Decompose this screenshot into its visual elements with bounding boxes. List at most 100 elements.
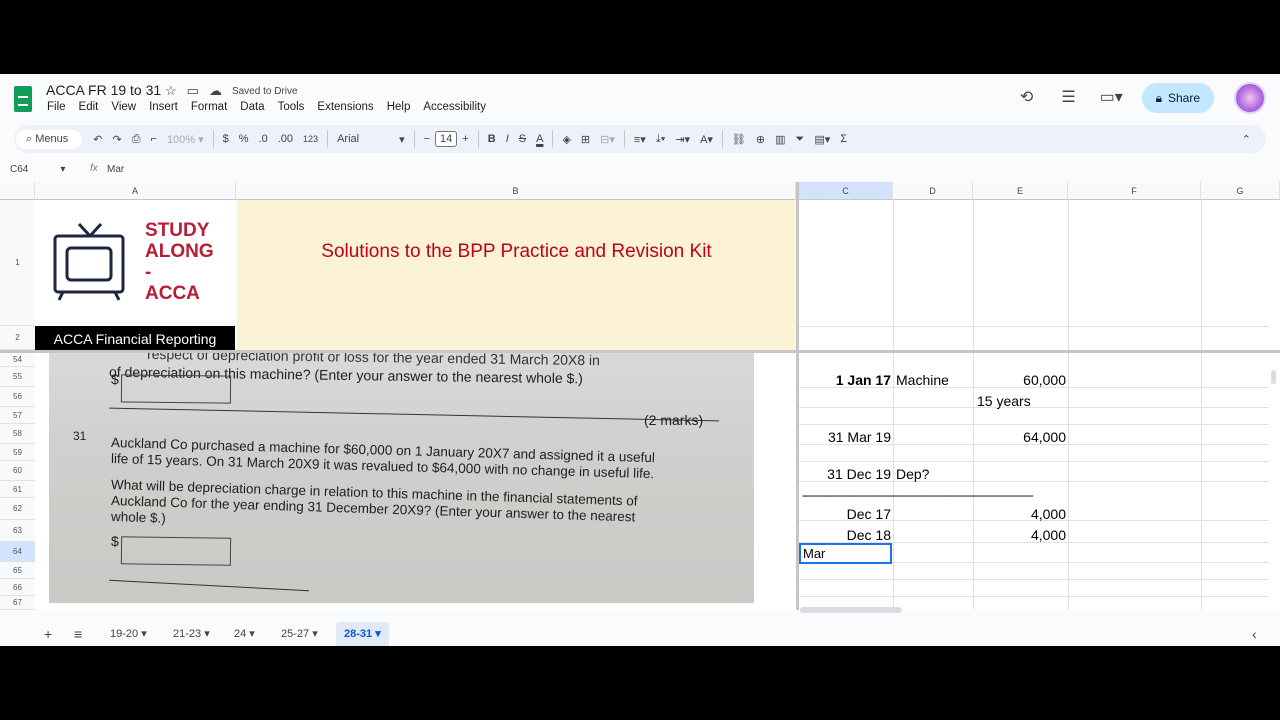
menu-help[interactable]: Help: [387, 101, 411, 113]
undo-icon[interactable]: ↶: [88, 133, 107, 146]
chevron-down-icon[interactable]: ▾: [394, 133, 410, 146]
document-title[interactable]: ACCA FR 19 to 31: [46, 82, 161, 98]
row-header[interactable]: 54: [0, 353, 35, 367]
row-header[interactable]: 67: [0, 596, 35, 610]
cell-e58[interactable]: 64,000: [973, 429, 1066, 445]
column-header-d[interactable]: D: [893, 182, 973, 200]
sheet-tab[interactable]: 21-23 ▾: [165, 622, 218, 646]
menu-edit[interactable]: Edit: [79, 101, 99, 113]
column-header-c[interactable]: C: [799, 182, 893, 200]
cell-c58[interactable]: 31 Mar 19: [799, 429, 891, 445]
active-cell-c64[interactable]: Mar: [799, 543, 892, 564]
strikethrough-button[interactable]: S: [514, 133, 531, 145]
sheets-logo-icon[interactable]: [14, 86, 32, 112]
freeze-divider-vertical[interactable]: [796, 182, 799, 610]
row-header[interactable]: 61: [0, 481, 35, 498]
sheet-tab[interactable]: 19-20 ▾: [102, 622, 155, 646]
formula-input[interactable]: Mar: [107, 164, 124, 175]
font-select[interactable]: Arial: [332, 133, 394, 145]
functions-button[interactable]: Σ: [835, 133, 852, 145]
meet-video-icon[interactable]: ▭▾: [1100, 87, 1123, 109]
text-color-button[interactable]: A: [531, 133, 548, 145]
filter-icon[interactable]: ⏷: [791, 133, 810, 146]
menu-format[interactable]: Format: [191, 101, 227, 113]
vertical-align-icon[interactable]: ⤓▾: [651, 133, 670, 146]
comments-icon[interactable]: ☰: [1058, 87, 1080, 109]
row-header[interactable]: 56: [0, 387, 35, 407]
row-header[interactable]: 57: [0, 407, 35, 424]
zoom-select[interactable]: 100% ▾: [162, 133, 209, 146]
sheet-tab[interactable]: 25-27 ▾: [273, 622, 326, 646]
column-header-e[interactable]: E: [973, 182, 1068, 200]
font-size-input[interactable]: 14: [435, 131, 458, 147]
avatar[interactable]: [1234, 82, 1266, 114]
star-icon[interactable]: ☆: [165, 83, 177, 99]
cell-c60[interactable]: 31 Dec 19: [799, 466, 891, 482]
decrease-font-size-icon[interactable]: −: [419, 133, 435, 145]
column-header-a[interactable]: A: [35, 182, 236, 200]
increase-font-size-icon[interactable]: +: [457, 133, 473, 145]
insert-link-icon[interactable]: ⛓: [727, 133, 751, 146]
paint-format-icon[interactable]: ⌐: [146, 133, 162, 145]
borders-icon[interactable]: ⊞: [576, 133, 595, 146]
cell-d60[interactable]: Dep?: [896, 466, 929, 482]
cell-c62[interactable]: Dec 17: [799, 506, 891, 522]
menu-file[interactable]: File: [47, 101, 66, 113]
horizontal-scrollbar[interactable]: [800, 607, 902, 613]
print-icon[interactable]: ⎙: [127, 133, 146, 146]
menus-search-button[interactable]: ⌕ Menus: [16, 129, 83, 149]
move-folder-icon[interactable]: ▭: [187, 83, 199, 99]
decrease-decimal-button[interactable]: .0: [254, 133, 273, 145]
menu-data[interactable]: Data: [240, 101, 264, 113]
row-header[interactable]: 58: [0, 424, 35, 444]
cell-e56[interactable]: 15 years: [977, 393, 1031, 409]
number-format-button[interactable]: 123: [298, 134, 323, 144]
fill-color-icon[interactable]: ◈: [557, 133, 575, 146]
share-button[interactable]: 🔒︎ Share: [1141, 83, 1214, 113]
insert-comment-icon[interactable]: ⊕: [751, 133, 770, 146]
cell-c55[interactable]: 1 Jan 17: [799, 372, 891, 388]
text-wrap-icon[interactable]: ⇥▾: [670, 133, 695, 146]
column-header-b[interactable]: B: [236, 182, 796, 200]
row-header[interactable]: 60: [0, 461, 35, 481]
all-sheets-icon[interactable]: ≡: [66, 622, 90, 646]
add-sheet-icon[interactable]: +: [36, 622, 60, 646]
italic-button[interactable]: I: [501, 133, 514, 145]
vertical-scrollbar[interactable]: [1271, 370, 1276, 384]
chevron-left-icon[interactable]: ‹: [1244, 622, 1265, 646]
column-header-g[interactable]: G: [1201, 182, 1280, 200]
cell-e62[interactable]: 4,000: [973, 506, 1066, 522]
row-header[interactable]: 59: [0, 444, 35, 461]
row-header[interactable]: 55: [0, 367, 35, 387]
filter-views-icon[interactable]: ▤▾: [809, 133, 835, 146]
name-box[interactable]: C64 ▾: [10, 164, 65, 175]
menu-tools[interactable]: Tools: [278, 101, 305, 113]
cell-c63[interactable]: Dec 18: [799, 527, 891, 543]
column-header-f[interactable]: F: [1068, 182, 1201, 200]
menu-accessibility[interactable]: Accessibility: [423, 101, 486, 113]
percent-button[interactable]: %: [234, 133, 254, 145]
menu-view[interactable]: View: [111, 101, 136, 113]
insert-chart-icon[interactable]: ▥: [770, 133, 790, 146]
cell-e55[interactable]: 60,000: [973, 372, 1066, 388]
history-icon[interactable]: ⟲: [1016, 87, 1038, 109]
collapse-toolbar-icon[interactable]: ⌃: [1237, 133, 1256, 146]
select-all-corner[interactable]: [0, 182, 35, 200]
sheet-tab[interactable]: 24 ▾: [226, 622, 263, 646]
redo-icon[interactable]: ↷: [107, 133, 126, 146]
cell-d55[interactable]: Machine: [896, 372, 949, 388]
cell-c61-dashes[interactable]: ----------------------------------------…: [802, 488, 1034, 502]
freeze-divider-horizontal[interactable]: [0, 350, 1280, 353]
bold-button[interactable]: B: [483, 133, 501, 145]
currency-button[interactable]: $: [218, 133, 234, 145]
row-header[interactable]: 1: [0, 200, 35, 326]
row-header[interactable]: 66: [0, 579, 35, 596]
horizontal-align-icon[interactable]: ≡▾: [629, 133, 651, 146]
row-header[interactable]: 63: [0, 520, 35, 542]
cell-e63[interactable]: 4,000: [973, 527, 1066, 543]
text-rotation-icon[interactable]: A▾: [695, 133, 718, 146]
increase-decimal-button[interactable]: .00: [273, 133, 298, 145]
merge-cells-icon[interactable]: ⊟▾: [595, 133, 620, 146]
menu-insert[interactable]: Insert: [149, 101, 178, 113]
row-header[interactable]: 62: [0, 498, 35, 520]
